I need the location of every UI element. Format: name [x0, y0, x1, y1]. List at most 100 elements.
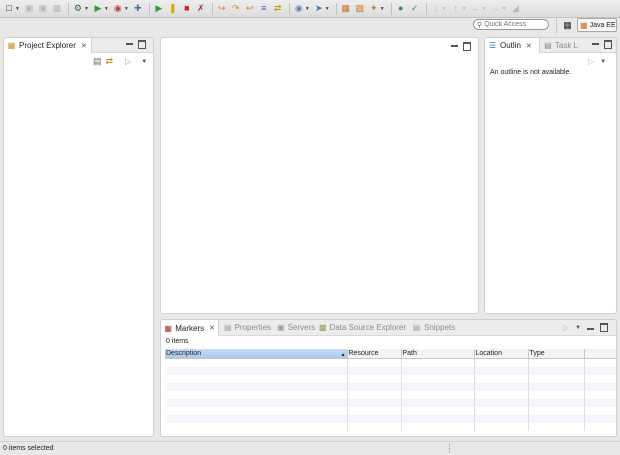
minimize-icon[interactable]	[126, 43, 133, 45]
tab-data-source-explorer[interactable]: ▩ Data Source Explorer	[316, 320, 409, 334]
external-tools-icon[interactable]: ◉	[112, 3, 124, 15]
tab-properties[interactable]: ▤ Properties	[221, 320, 273, 334]
table-cell	[528, 367, 585, 375]
close-icon[interactable]: ✕	[81, 42, 87, 50]
open-perspective-icon[interactable]: ▦	[562, 20, 573, 31]
toolbar-separator	[211, 2, 213, 15]
run-dropdown-icon[interactable]: ▼	[104, 6, 109, 12]
next-annotation-dropdown-icon[interactable]: ▼	[442, 6, 447, 12]
outline-tabbar: ☰ Outlin ✕ ▤ Task L	[485, 38, 616, 53]
drop-to-frame-icon[interactable]: ≡	[258, 3, 270, 15]
tab-task-list[interactable]: ▤ Task L	[541, 38, 581, 52]
forward-dropdown-icon[interactable]: ▼	[502, 6, 507, 12]
table-row	[165, 391, 616, 399]
minimize-icon[interactable]	[451, 45, 458, 47]
open-task-icon[interactable]: ✚	[132, 3, 144, 15]
column-header-location[interactable]: Location	[474, 349, 529, 359]
debug-dropdown-icon[interactable]: ▼	[84, 6, 89, 12]
prev-annotation-icon[interactable]: ↑	[450, 3, 462, 15]
publish-dropdown-icon[interactable]: ▼	[325, 6, 330, 12]
annotation-icon[interactable]: ✓	[409, 3, 421, 15]
new-icon[interactable]: □	[3, 3, 15, 15]
close-icon[interactable]: ✕	[526, 42, 532, 50]
minimize-icon[interactable]	[587, 328, 595, 330]
minimize-icon[interactable]	[592, 43, 599, 45]
folder-icon: ▦	[7, 41, 16, 50]
search-dropdown-icon[interactable]: ▼	[380, 6, 385, 12]
publish-icon[interactable]: ➤	[313, 3, 325, 15]
maximize-icon[interactable]	[463, 42, 471, 51]
focus-icon[interactable]: ▷	[588, 57, 594, 66]
step-return-icon[interactable]: ↩	[244, 3, 256, 15]
print-icon[interactable]: ▩	[51, 3, 63, 15]
step-into-icon[interactable]: ↪	[216, 3, 228, 15]
maximize-icon[interactable]	[600, 323, 609, 332]
debug-gear-icon[interactable]: ⚙	[72, 3, 84, 15]
next-annotation-icon[interactable]: ↓	[430, 3, 442, 15]
tab-servers[interactable]: ▣ Servers	[274, 320, 315, 334]
table-cell	[474, 383, 529, 391]
close-icon[interactable]: ✕	[209, 324, 215, 332]
view-menu-icon[interactable]: ▼	[141, 59, 147, 65]
table-cell	[165, 399, 348, 407]
pin-icon[interactable]: ◢	[509, 3, 521, 15]
external-tools-dropdown-icon[interactable]: ▼	[124, 6, 129, 12]
column-header-resource[interactable]: Resource	[347, 349, 402, 359]
open-folder-icon[interactable]: ▨	[354, 3, 366, 15]
globe-icon[interactable]: ●	[395, 3, 407, 15]
open-type-icon[interactable]: ▦	[340, 3, 352, 15]
perspective-java-ee-button[interactable]: ▦ Java EE	[577, 18, 617, 32]
markers-table-body	[165, 358, 616, 431]
focus-icon[interactable]: ▷	[563, 323, 569, 332]
table-cell	[401, 423, 475, 431]
sort-ascending-icon: ▲	[340, 351, 346, 358]
save-all-icon[interactable]: ▣	[37, 3, 49, 15]
toolbar-separator	[390, 2, 392, 15]
toolbar-separator	[67, 2, 69, 15]
new-server-icon[interactable]: ◉	[293, 3, 305, 15]
tab-project-explorer[interactable]: ▦ Project Explorer ✕	[4, 38, 92, 53]
back-icon[interactable]: ←	[470, 3, 482, 15]
tab-outline[interactable]: ☰ Outlin ✕	[485, 38, 540, 53]
tab-label: Markers	[175, 323, 205, 333]
maximize-icon[interactable]	[604, 40, 612, 49]
run-icon[interactable]: ▶	[92, 3, 104, 15]
use-step-filters-icon[interactable]: ⇄	[272, 3, 284, 15]
resume-icon[interactable]: ▶	[153, 3, 165, 15]
forward-icon[interactable]: →	[490, 3, 502, 15]
focus-icon[interactable]: ▷	[125, 57, 131, 66]
save-icon[interactable]: ▣	[23, 3, 35, 15]
new-server-dropdown-icon[interactable]: ▼	[305, 6, 310, 12]
maximize-icon[interactable]	[138, 40, 146, 49]
step-over-icon[interactable]: ↷	[230, 3, 242, 15]
tab-markers[interactable]: ▦ Markers ✕	[161, 320, 219, 336]
quick-access-field[interactable]: ⚲	[473, 19, 549, 30]
suspend-icon[interactable]: ❚	[167, 3, 179, 15]
prev-annotation-dropdown-icon[interactable]: ▼	[462, 6, 467, 12]
table-cell	[584, 375, 616, 383]
collapse-all-icon[interactable]: ▤	[93, 56, 102, 67]
table-cell	[347, 399, 402, 407]
table-cell	[347, 407, 402, 415]
view-menu-icon[interactable]: ▼	[600, 59, 606, 65]
new-dropdown-icon[interactable]: ▼	[15, 6, 20, 12]
column-header-filler	[584, 349, 616, 359]
link-with-editor-icon[interactable]: ⇄	[106, 56, 114, 67]
table-cell	[347, 367, 402, 375]
column-header-type[interactable]: Type	[528, 349, 585, 359]
table-row	[165, 407, 616, 415]
search-flashlight-icon[interactable]: ✦	[368, 3, 380, 15]
markers-table: Description ▲ Resource Path Location Type	[165, 349, 616, 431]
table-cell	[474, 367, 529, 375]
table-cell	[347, 383, 402, 391]
disconnect-icon[interactable]: ✗	[195, 3, 207, 15]
editor-area[interactable]	[160, 37, 479, 314]
column-header-path[interactable]: Path	[401, 349, 475, 359]
tab-snippets[interactable]: ▤ Snippets	[409, 320, 459, 334]
quick-access-input[interactable]	[484, 21, 545, 28]
toolbar-separator	[425, 2, 427, 15]
back-dropdown-icon[interactable]: ▼	[482, 6, 487, 12]
terminate-icon[interactable]: ■	[181, 3, 193, 15]
column-header-description[interactable]: Description ▲	[165, 349, 348, 359]
view-menu-icon[interactable]: ▼	[575, 325, 581, 331]
